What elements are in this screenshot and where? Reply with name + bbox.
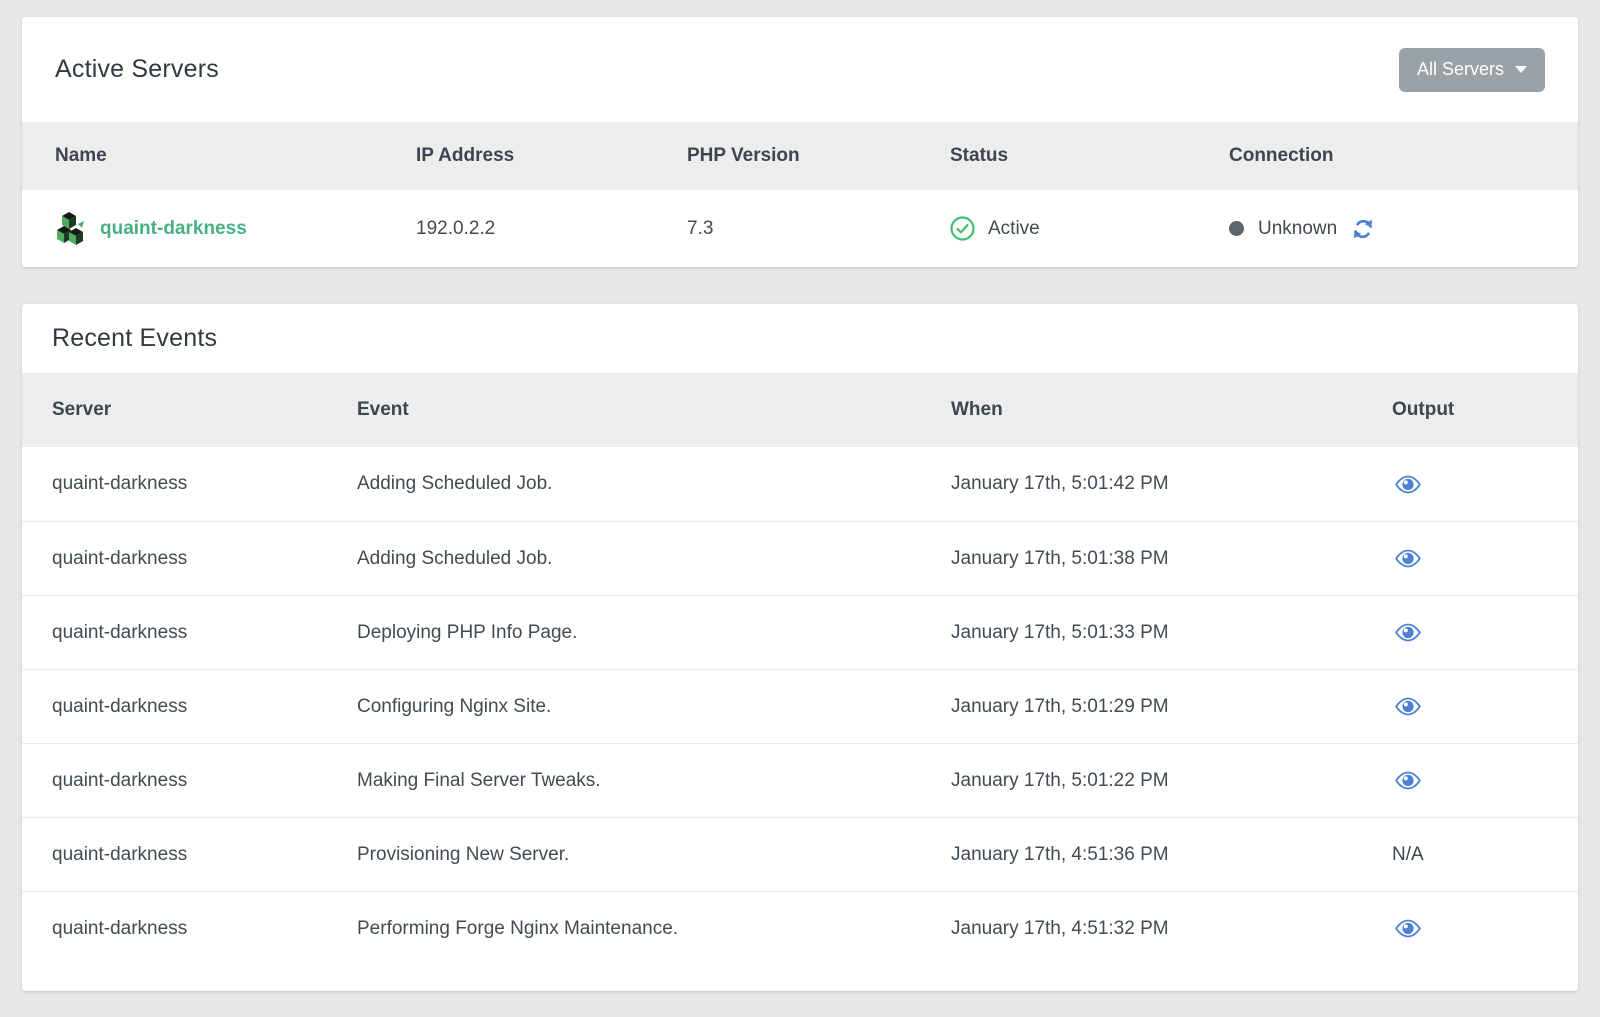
event-when: January 17th, 5:01:42 PM (951, 473, 1392, 495)
eye-icon[interactable] (1394, 623, 1422, 642)
event-when: January 17th, 4:51:32 PM (951, 918, 1392, 940)
events-col-output: Output (1392, 399, 1548, 421)
event-output-cell (1392, 623, 1548, 642)
event-output-cell (1392, 919, 1548, 938)
event-when: January 17th, 5:01:38 PM (951, 548, 1392, 570)
event-server: quaint-darkness (52, 622, 357, 644)
refresh-connection-icon[interactable] (1352, 217, 1374, 241)
servers-col-name: Name (55, 145, 416, 167)
event-output-cell: N/A (1392, 844, 1548, 866)
event-server: quaint-darkness (52, 696, 357, 718)
server-name-link[interactable]: quaint-darkness (100, 218, 247, 240)
all-servers-dropdown-label: All Servers (1417, 59, 1504, 80)
event-when: January 17th, 5:01:33 PM (951, 622, 1392, 644)
forge-dashboard: Active Servers All Servers Name IP Addre… (0, 17, 1600, 991)
event-row: quaint-darkness Provisioning New Server.… (22, 817, 1578, 891)
event-when: January 17th, 5:01:29 PM (951, 696, 1392, 718)
events-col-server: Server (52, 399, 357, 421)
event-when: January 17th, 5:01:22 PM (951, 770, 1392, 792)
all-servers-dropdown[interactable]: All Servers (1399, 48, 1545, 92)
event-description: Adding Scheduled Job. (357, 473, 951, 495)
caret-down-icon (1515, 66, 1527, 73)
servers-col-php: PHP Version (687, 145, 950, 167)
eye-icon[interactable] (1394, 697, 1422, 716)
servers-col-ip: IP Address (416, 145, 687, 167)
event-description: Configuring Nginx Site. (357, 696, 951, 718)
event-description: Provisioning New Server. (357, 844, 951, 866)
event-row: quaint-darkness Adding Scheduled Job. Ja… (22, 447, 1578, 521)
server-connection-cell: Unknown (1229, 217, 1545, 241)
server-stack-icon (55, 211, 87, 247)
recent-events-panel: Recent Events Server Event When Output q… (22, 304, 1578, 991)
event-description: Deploying PHP Info Page. (357, 622, 951, 644)
event-output-cell (1392, 697, 1548, 716)
event-server: quaint-darkness (52, 473, 357, 495)
recent-events-header: Recent Events (22, 304, 1578, 373)
servers-col-connection: Connection (1229, 145, 1545, 167)
event-output-cell (1392, 549, 1548, 568)
server-status-cell: Active (950, 216, 1229, 241)
recent-events-title: Recent Events (52, 324, 217, 353)
check-circle-icon (950, 216, 975, 241)
event-description: Performing Forge Nginx Maintenance. (357, 918, 951, 940)
event-row: quaint-darkness Adding Scheduled Job. Ja… (22, 521, 1578, 595)
events-table-body: quaint-darkness Adding Scheduled Job. Ja… (22, 447, 1578, 991)
eye-icon[interactable] (1394, 919, 1422, 938)
events-col-when: When (951, 399, 1392, 421)
event-row: quaint-darkness Performing Forge Nginx M… (22, 891, 1578, 965)
event-server: quaint-darkness (52, 844, 357, 866)
active-servers-header: Active Servers All Servers (22, 17, 1578, 122)
connection-dot-icon (1229, 221, 1244, 236)
servers-table-header: Name IP Address PHP Version Status Conne… (22, 122, 1578, 190)
active-servers-title: Active Servers (55, 55, 219, 84)
servers-col-status: Status (950, 145, 1229, 167)
event-server: quaint-darkness (52, 918, 357, 940)
event-row: quaint-darkness Configuring Nginx Site. … (22, 669, 1578, 743)
server-ip: 192.0.2.2 (416, 218, 687, 240)
event-description: Adding Scheduled Job. (357, 548, 951, 570)
event-server: quaint-darkness (52, 770, 357, 792)
event-when: January 17th, 4:51:36 PM (951, 844, 1392, 866)
server-row: quaint-darkness 192.0.2.2 7.3 Active Unk… (22, 190, 1578, 267)
event-server: quaint-darkness (52, 548, 357, 570)
eye-icon[interactable] (1394, 549, 1422, 568)
event-output-cell (1392, 771, 1548, 790)
event-row: quaint-darkness Deploying PHP Info Page.… (22, 595, 1578, 669)
event-description: Making Final Server Tweaks. (357, 770, 951, 792)
server-php-version: 7.3 (687, 218, 950, 240)
events-table-header: Server Event When Output (22, 373, 1578, 447)
event-output-cell (1392, 475, 1548, 494)
connection-status-label: Unknown (1258, 218, 1337, 240)
servers-table-body: quaint-darkness 192.0.2.2 7.3 Active Unk… (22, 190, 1578, 267)
server-status-label: Active (988, 218, 1040, 240)
eye-icon[interactable] (1394, 475, 1422, 494)
eye-icon[interactable] (1394, 771, 1422, 790)
events-col-event: Event (357, 399, 951, 421)
output-na-label: N/A (1392, 844, 1424, 866)
event-row: quaint-darkness Making Final Server Twea… (22, 743, 1578, 817)
active-servers-panel: Active Servers All Servers Name IP Addre… (22, 17, 1578, 267)
server-name-cell: quaint-darkness (55, 211, 416, 247)
